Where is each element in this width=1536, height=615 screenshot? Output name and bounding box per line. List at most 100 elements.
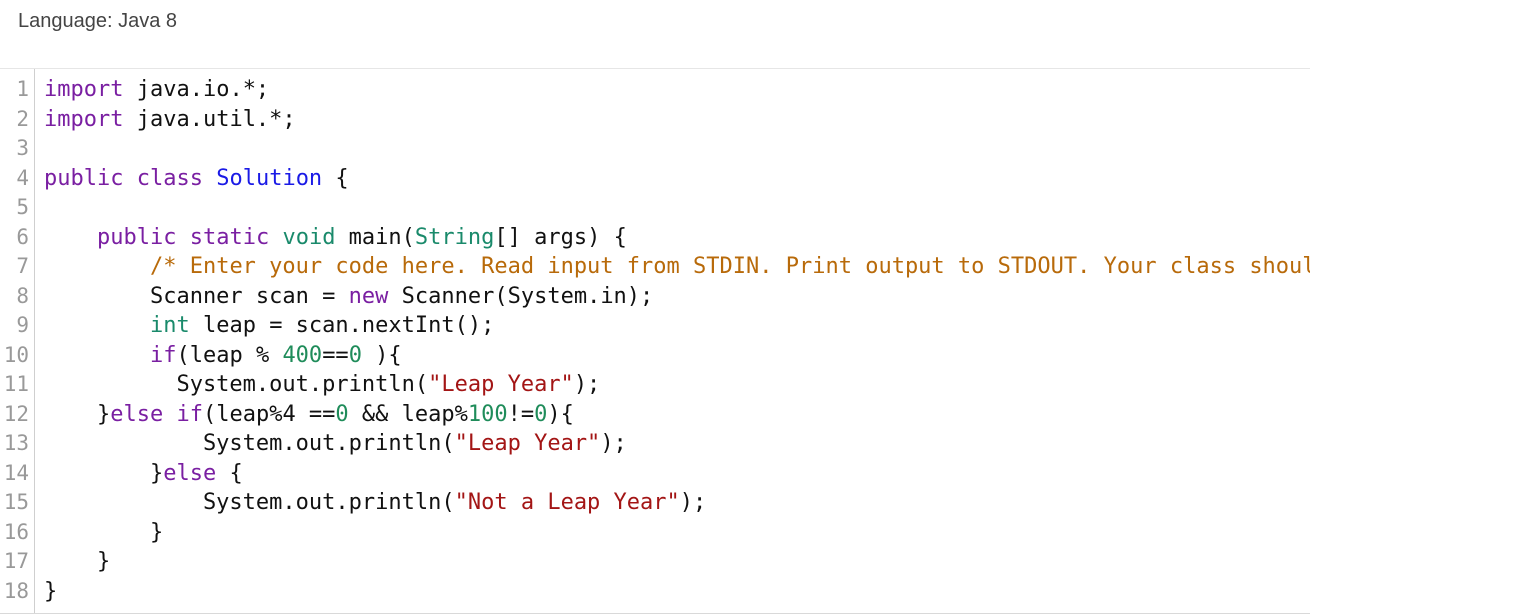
code-token: if [149,342,177,368]
code-line[interactable]: 8 Scanner scan = new Scanner(System.in); [0,282,1310,312]
code-token: 0 [335,401,349,427]
line-code: public class Solution { [44,164,349,194]
code-token: Scanner(System.in); [388,283,654,309]
line-number: 9 [16,313,29,337]
line-number: 5 [16,195,29,219]
line-code: /* Enter your code here. Read input from… [44,252,1310,282]
line-code: public static void main(String[] args) { [44,223,627,253]
line-code: System.out.println("Leap Year"); [44,370,600,400]
code-token: new [348,283,389,309]
line-number: 14 [3,460,29,485]
line-number: 10 [3,342,29,367]
code-editor[interactable]: 1 import java.io.*; 2 import java.util.*; 3 4… [0,68,1310,614]
code-token: System.out.println( [44,372,429,397]
code-line[interactable]: 5 [0,193,1310,223]
code-token: [] args) { [494,224,627,250]
code-line[interactable]: 11 System.out.println("Leap Year"); [0,370,1310,400]
code-token: ){ [547,401,574,427]
line-number: 11 [3,372,29,396]
code-line[interactable]: 16 } [0,518,1310,548]
line-number: 16 [3,519,29,544]
code-token: { [322,165,349,191]
code-token: ); [679,490,707,515]
code-token: static [189,224,270,250]
line-number: 6 [16,224,29,249]
code-token: System.out.println( [44,490,455,515]
code-line[interactable]: 14 }else { [0,459,1310,489]
code-token: } [44,460,164,486]
code-token: else [110,401,164,427]
code-line[interactable]: 13 System.out.println("Leap Year"); [0,429,1310,459]
code-token: ); [573,372,601,397]
code-token: leap = scan.nextInt(); [189,313,495,338]
code-line[interactable]: 15 System.out.println("Not a Leap Year")… [0,488,1310,518]
code-line[interactable]: 4 public class Solution { [0,164,1310,194]
line-number: 17 [3,549,29,573]
code-token: } [44,578,58,604]
line-code: import java.io.*; [44,75,269,105]
code-token: main( [335,224,415,250]
code-token: class [136,165,203,191]
code-token: int [149,313,190,338]
code-token: "Leap Year" [428,372,574,397]
code-token: && leap% [348,401,468,427]
code-token: System.out.println( [44,431,455,456]
code-token: if [176,401,203,427]
code-line[interactable]: 2 import java.util.*; [0,105,1310,135]
line-number: 7 [16,254,29,278]
code-token: != [507,401,535,427]
code-token: void [282,224,336,250]
line-number: 3 [16,136,29,160]
line-code: Scanner scan = new Scanner(System.in); [44,282,653,312]
code-line[interactable]: 10 if(leap % 400==0 ){ [0,341,1310,371]
line-code: } [44,518,163,548]
line-code: System.out.println("Not a Leap Year"); [44,488,706,518]
language-label: Language: Java 8 [18,10,178,32]
code-line[interactable]: 12 }else if(leap%4 ==0 && leap%100!=0){ [0,400,1310,430]
code-token: Solution [216,165,323,191]
code-line[interactable]: 7 /* Enter your code here. Read input fr… [0,252,1310,282]
line-code: }else if(leap%4 ==0 && leap%100!=0){ [44,400,574,430]
line-code: if(leap % 400==0 ){ [44,341,402,371]
code-line[interactable]: 6 public static void main(String[] args)… [0,223,1310,253]
code-token: java.io.*; [123,77,270,102]
line-number: 15 [3,490,29,514]
code-token: } [44,549,111,574]
line-number: 1 [16,77,29,101]
line-number: 18 [3,578,29,603]
line-code: System.out.println("Leap Year"); [44,429,627,459]
code-token: Scanner scan = [44,283,349,309]
code-token: == [322,342,349,368]
code-token: "Not a Leap Year" [454,490,680,515]
code-token: 100 [467,401,508,427]
code-line[interactable]: 1 import java.io.*; [0,75,1310,105]
line-number: 2 [16,106,29,131]
code-token: } [44,401,111,427]
code-line[interactable]: 18} [0,577,1310,607]
code-token: public [96,224,177,250]
code-line[interactable]: 9 int leap = scan.nextInt(); [0,311,1310,341]
code-token: import [44,77,124,102]
code-token: ){ [361,342,402,368]
line-number: 4 [16,165,29,190]
code-token: public [44,165,124,191]
line-code: } [44,547,110,577]
code-token: ); [600,431,627,456]
line-number: 12 [3,401,29,426]
code-token: { [216,460,243,486]
code-token: (leap % [176,342,283,368]
code-token: 400 [282,342,323,368]
line-code: int leap = scan.nextInt(); [44,311,494,341]
code-token: 0 [534,401,548,427]
code-line[interactable]: 17 } [0,547,1310,577]
code-token: java.util.*; [123,106,296,132]
code-token: String [414,224,495,250]
code-line[interactable]: 3 [0,134,1310,164]
code-token: } [44,519,164,545]
